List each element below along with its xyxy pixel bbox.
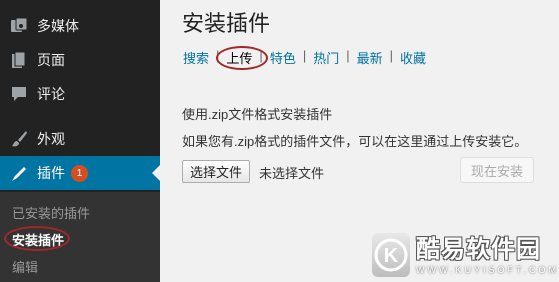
install-now-button[interactable]: 现在安装 xyxy=(460,157,534,183)
watermark-text: 酷易软件园 xyxy=(416,235,541,263)
filter-search[interactable]: 搜索 xyxy=(183,48,209,67)
sidebar-item-plugins[interactable]: 插件 1 xyxy=(0,156,160,190)
filter-popular[interactable]: 热门 xyxy=(313,48,339,67)
sidebar-item-label: 多媒体 xyxy=(37,18,79,34)
sidebar-item-media[interactable]: 多媒体 xyxy=(0,9,160,43)
filter-favorites[interactable]: 收藏 xyxy=(400,48,426,67)
filter-newest[interactable]: 最新 xyxy=(357,48,383,67)
site-watermark: K 酷易软件园 WWW.KUYISOFT.COM xyxy=(372,227,559,282)
update-count-badge: 1 xyxy=(71,164,88,182)
filter-featured[interactable]: 特色 xyxy=(270,48,296,67)
media-icon xyxy=(9,16,29,36)
watermark-logo-letter: K xyxy=(384,245,399,267)
filter-separator: | xyxy=(389,48,394,63)
no-file-chosen-text: 未选择文件 xyxy=(259,166,325,181)
filter-separator: | xyxy=(346,48,350,63)
choose-file-button[interactable]: 选择文件 xyxy=(182,160,251,183)
sidebar-item-pages[interactable]: 页面 xyxy=(0,43,160,77)
sidebar-item-appearance[interactable]: 外观 xyxy=(0,122,160,156)
sidebar-item-label: 评论 xyxy=(37,86,65,102)
upload-description: 如果您有.zip格式的插件文件，可以在这里通过上传安装它。 xyxy=(182,134,528,149)
page-title: 安装插件 xyxy=(182,11,271,36)
upload-hint: 使用.zip文件格式安装插件 xyxy=(182,107,333,122)
watermark-url: WWW.KUYISOFT.COM xyxy=(416,264,559,275)
watermark-logo-icon: K xyxy=(372,232,410,277)
sidebar-item-label: 页面 xyxy=(37,52,65,68)
sidebar-item-label: 外观 xyxy=(37,131,65,147)
submenu-installed-plugins[interactable]: 已安装的插件 xyxy=(12,203,90,222)
sidebar-item-comments[interactable]: 评论 xyxy=(0,77,160,111)
comments-icon xyxy=(9,84,29,104)
admin-sidebar: 多媒体 页面 评论 外观 插件 1 已安装的插件 安装插件 编辑 xyxy=(0,0,160,282)
appearance-brush-icon xyxy=(9,129,29,149)
highlight-ellipse xyxy=(216,46,268,70)
sidebar-item-label: 插件 xyxy=(37,165,65,181)
submenu-editor[interactable]: 编辑 xyxy=(12,257,38,276)
filter-separator: | xyxy=(302,48,307,63)
plugins-plug-icon xyxy=(9,163,29,183)
highlight-ellipse xyxy=(4,226,70,251)
pages-icon xyxy=(9,50,29,70)
